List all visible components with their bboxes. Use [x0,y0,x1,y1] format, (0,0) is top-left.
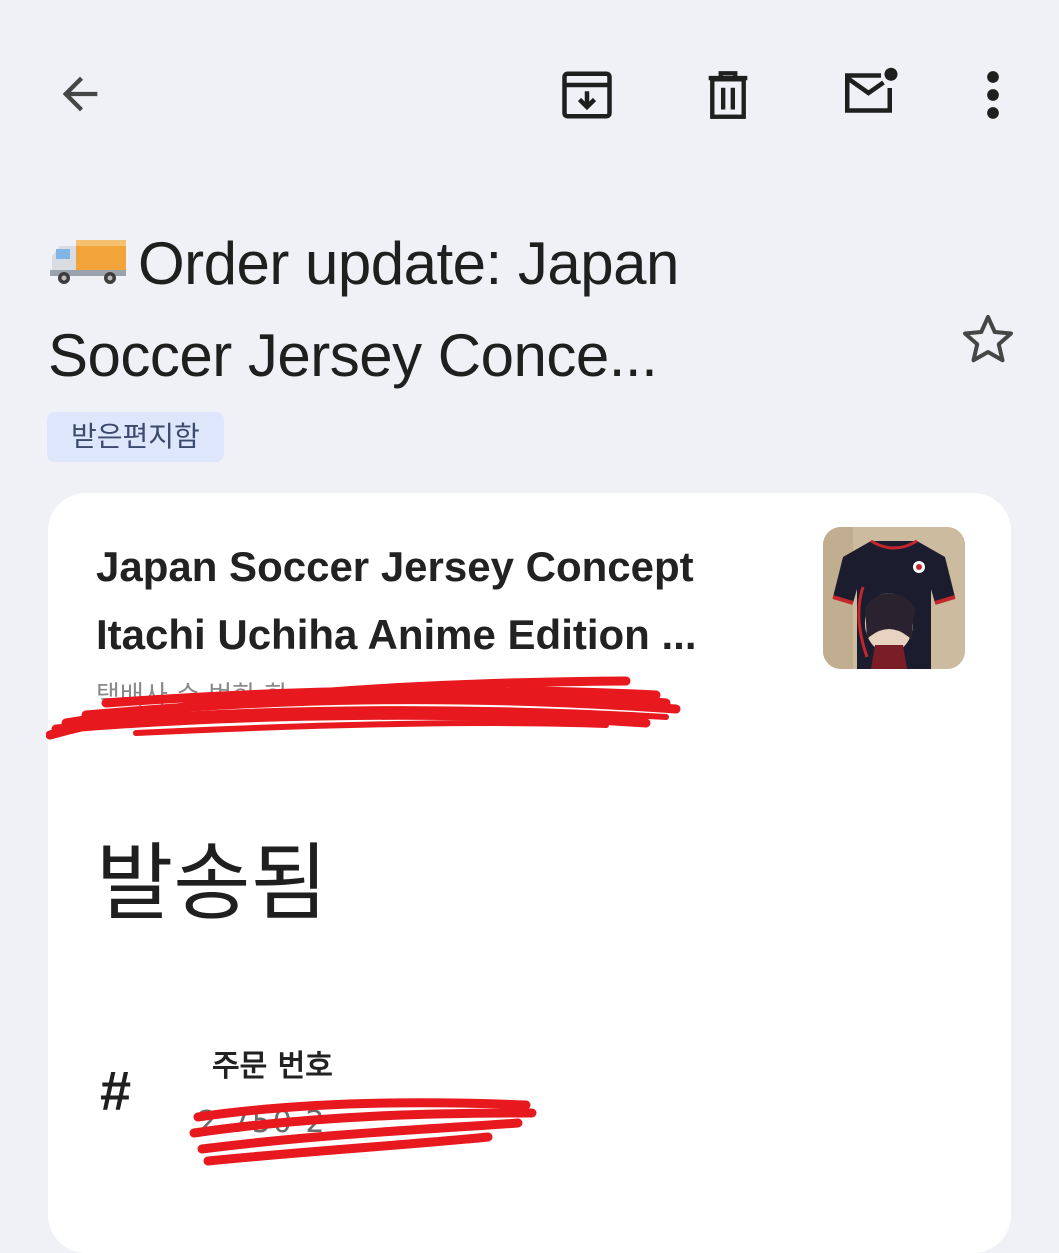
subject-line-2: Soccer Jersey Conce... [48,322,658,389]
mark-unread-icon[interactable] [836,62,906,124]
redacted-courier-info: 택배사 수 번화 화 [96,681,289,711]
order-number-label: 주문 번호 [212,1049,333,1084]
product-title-line-2: Itachi Uchiha Anime Edition ... [96,611,697,658]
archive-icon[interactable] [556,64,618,126]
hash-icon: # [100,1059,132,1122]
trash-icon[interactable] [697,64,759,126]
subject-line-1: Order update: Japan [138,230,679,297]
product-thumbnail[interactable] [823,527,965,669]
arrow-left-icon[interactable] [52,66,108,122]
inbox-label-chip[interactable]: 받은편지함 [47,412,224,462]
product-title-line-1: Japan Soccer Jersey Concept [96,543,694,590]
shipment-status: 발송됨 [96,834,328,932]
more-vert-icon[interactable] [970,66,1016,124]
order-card: Japan Soccer Jersey Concept Itachi Uchih… [46,493,1011,1253]
toolbar [0,0,1059,190]
product-title[interactable]: Japan Soccer Jersey Concept Itachi Uchih… [96,533,796,669]
delivery-truck-icon [48,220,128,284]
email-subject: Order update: Japan Soccer Jersey Conce.… [48,218,948,402]
star-outline-icon[interactable] [958,310,1018,374]
order-number-value: 2 750 2 [198,1105,327,1140]
